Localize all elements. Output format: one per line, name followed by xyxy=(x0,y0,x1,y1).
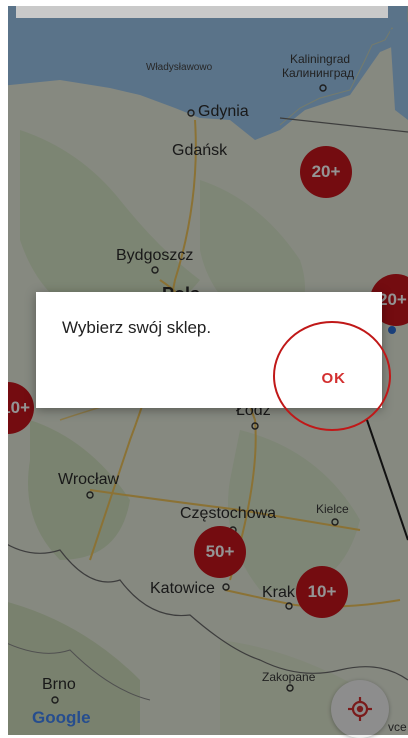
top-bar-strip xyxy=(16,6,388,18)
dialog-message: Wybierz swój sklep. xyxy=(62,318,212,337)
highlight-circle xyxy=(273,321,391,431)
screen-edge-left xyxy=(0,0,8,735)
